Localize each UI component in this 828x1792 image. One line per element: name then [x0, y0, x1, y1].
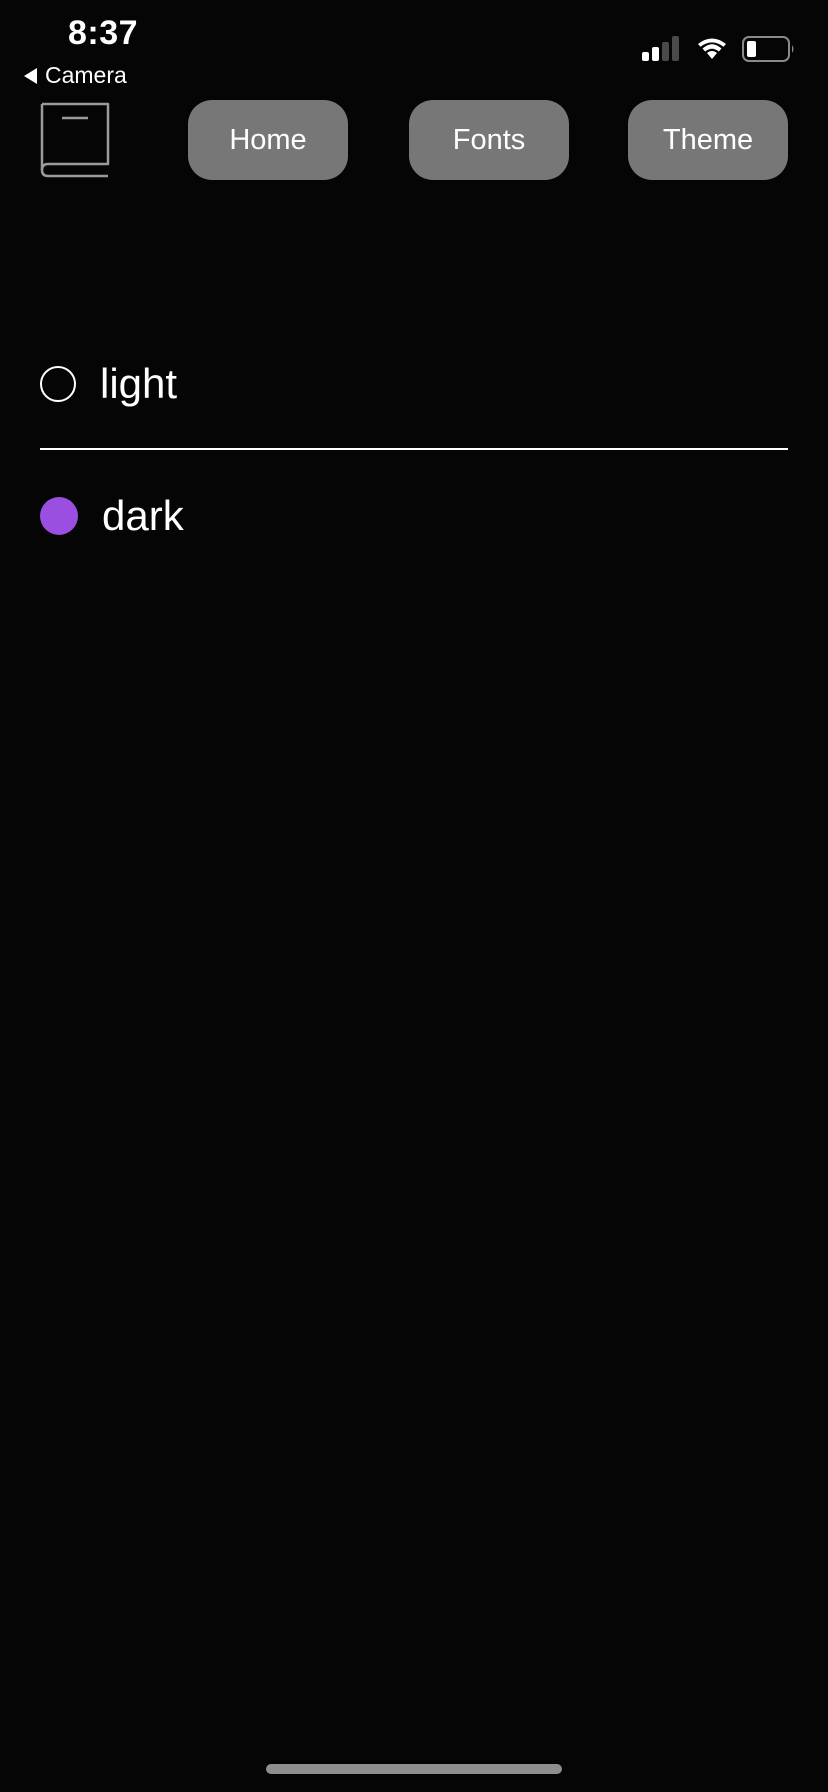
- nav-theme-button[interactable]: Theme: [628, 100, 788, 180]
- nav-home-button[interactable]: Home: [188, 100, 348, 180]
- back-label: Camera: [45, 62, 127, 88]
- radio-selected-icon[interactable]: [40, 497, 78, 535]
- wifi-icon: [698, 38, 726, 59]
- back-caret-icon: [24, 67, 37, 84]
- nav-fonts-button[interactable]: Fonts: [409, 100, 569, 180]
- theme-option-dark[interactable]: dark: [40, 490, 788, 542]
- back-to-camera-link[interactable]: Camera: [24, 62, 127, 89]
- battery-icon: [742, 36, 794, 62]
- status-time: 8:37: [68, 14, 139, 52]
- book-icon[interactable]: [40, 100, 110, 178]
- cellular-signal-icon: [642, 36, 679, 61]
- theme-option-light[interactable]: light: [40, 358, 788, 410]
- theme-option-label: dark: [102, 492, 184, 539]
- status-indicators: [642, 36, 796, 62]
- theme-option-label: light: [100, 360, 178, 407]
- home-indicator[interactable]: [266, 1764, 562, 1774]
- divider: [40, 448, 788, 450]
- radio-unselected-icon[interactable]: [40, 366, 76, 402]
